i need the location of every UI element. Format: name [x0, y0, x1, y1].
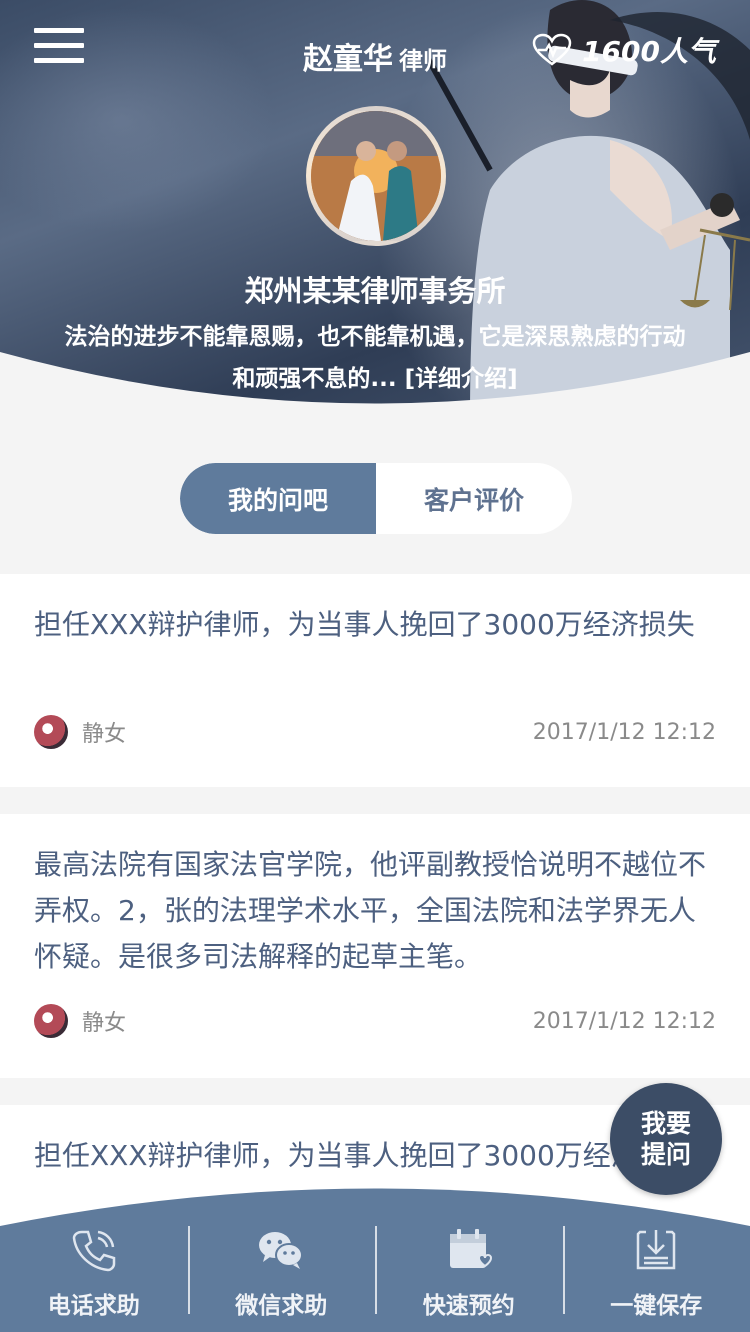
post-time: 2017/1/12 12:12 [532, 1008, 716, 1034]
post-user: 静女 [82, 1011, 127, 1036]
quick-appointment-label: 快速预约 [422, 1293, 515, 1319]
ask-button-line2: 提问 [640, 1140, 691, 1169]
firm-motto: 法治的进步不能靠恩赐，也不能靠机遇，它是深思熟虑的行动和顽强不息的... [详细… [60, 316, 690, 400]
lawyer-name: 赵童华 [303, 42, 393, 77]
avatar-photo [311, 111, 441, 241]
ask-question-button[interactable]: 我要 提问 [610, 1083, 722, 1195]
post-card[interactable]: 担任XXX辩护律师，为当事人挽回了3000万经济损失 静女 2017/1/12 … [0, 574, 750, 787]
user-avatar [34, 715, 68, 749]
lawyer-avatar[interactable] [306, 106, 446, 246]
ask-button-line1: 我要 [640, 1109, 691, 1138]
phone-help-label: 电话求助 [47, 1293, 140, 1319]
lawyer-role: 律师 [399, 47, 447, 75]
post-time: 2017/1/12 12:12 [532, 719, 716, 745]
phone-icon [72, 1230, 115, 1272]
profile-header: 赵童华 律师 1600人气 郑州某某律师事务所 法治的进步不能靠恩赐，也不能靠机遇… [0, 0, 750, 420]
popularity-count: 1600人气 [582, 35, 716, 68]
save-contact-button[interactable]: 一键保存 [562, 1224, 750, 1332]
post-meta: 静女 2017/1/12 12:12 [34, 1001, 716, 1041]
post-user: 静女 [82, 722, 127, 747]
wechat-help-label: 微信求助 [235, 1293, 328, 1319]
wechat-icon [259, 1232, 304, 1269]
download-icon [637, 1230, 676, 1270]
popularity-badge: 1600人气 [532, 30, 716, 70]
user-avatar [34, 1004, 68, 1038]
motto-text: 法治的进步不能靠恩赐，也不能靠机遇，它是深思熟虑的行动和顽强不息的... [64, 324, 686, 392]
quick-appointment-button[interactable]: 快速预约 [375, 1224, 563, 1332]
bottom-action-bar: 电话求助 微信求助 快速预约 一键保存 [0, 1176, 750, 1332]
tab-client-reviews[interactable]: 客户评价 [376, 463, 572, 534]
post-meta: 静女 2017/1/12 12:12 [34, 712, 716, 752]
wechat-help-button[interactable]: 微信求助 [187, 1224, 376, 1332]
detail-link[interactable]: [详细介绍] [405, 366, 518, 392]
post-title: 最高法院有国家法官学院，他评副教授恰说明不越位不弄权。2，张的法理学术水平，全国… [34, 848, 707, 973]
post-title: 担任XXX辩护律师，为当事人挽回了3000万经济损失 [34, 608, 695, 641]
tab-my-questions[interactable]: 我的问吧 [180, 463, 376, 534]
phone-help-button[interactable]: 电话求助 [0, 1224, 188, 1332]
tab-bar: 我的问吧 客户评价 [180, 463, 572, 534]
calendar-icon [449, 1229, 492, 1268]
post-card[interactable]: 最高法院有国家法官学院，他评副教授恰说明不越位不弄权。2，张的法理学术水平，全国… [0, 814, 750, 1078]
save-contact-label: 一键保存 [610, 1293, 703, 1319]
firm-name: 郑州某某律师事务所 [244, 274, 506, 308]
heart-pulse-icon [532, 33, 572, 66]
